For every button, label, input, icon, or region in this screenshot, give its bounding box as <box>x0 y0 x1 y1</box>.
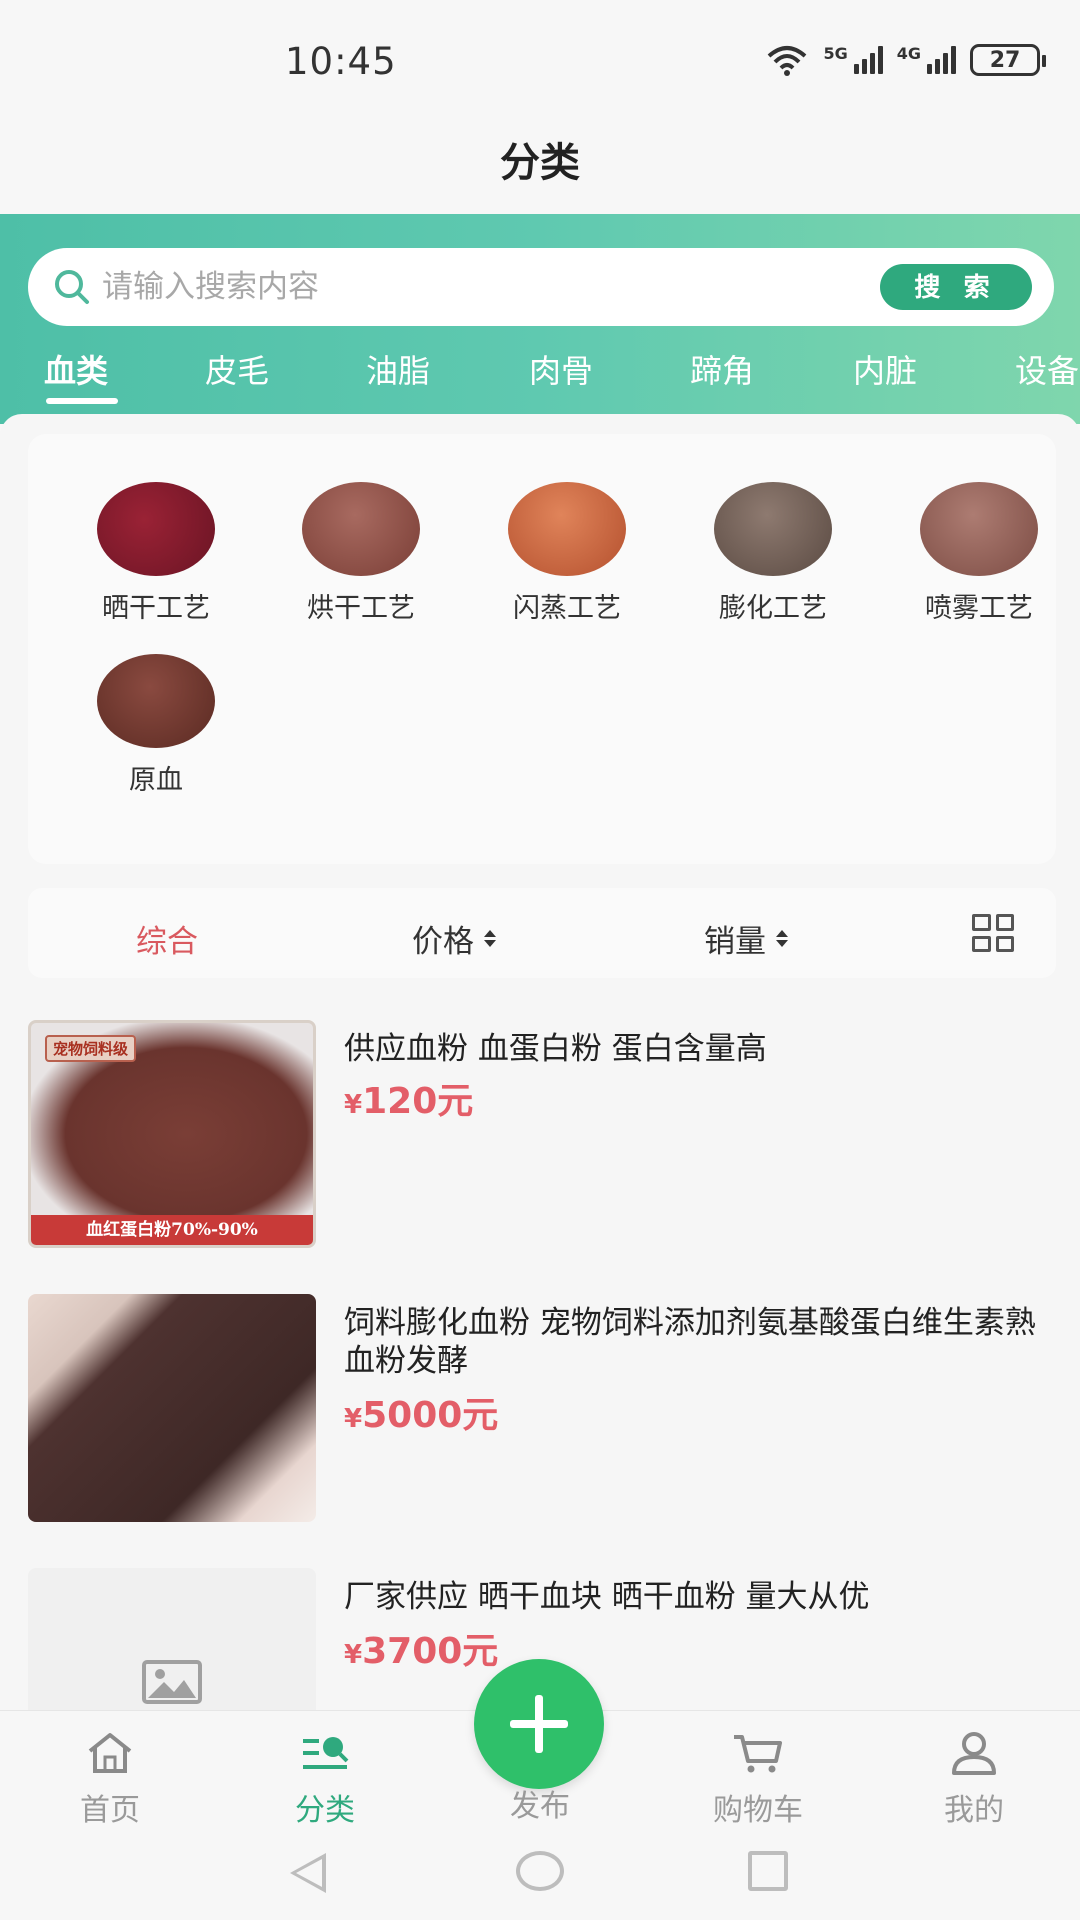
tab-label: 设备 <box>1015 352 1080 390</box>
tab-meat-bone[interactable]: 肉骨 <box>529 346 593 416</box>
sort-arrows-icon <box>484 930 496 947</box>
sort-price[interactable]: 价格 <box>412 916 496 961</box>
recent-apps-icon[interactable] <box>748 1851 788 1891</box>
status-icons: 5G 4G 27 <box>765 43 1046 76</box>
price-amount: 3700元 <box>362 1631 499 1672</box>
active-tab-indicator <box>46 398 118 404</box>
sort-label: 价格 <box>412 924 474 960</box>
product-card[interactable]: 饲料膨化血粉 宠物饲料添加剂氨基酸蛋白维生素熟血粉发酵 ¥5000元 <box>0 1294 1080 1534</box>
system-nav-bar <box>0 1839 1080 1909</box>
nav-cart[interactable]: 购物车 <box>678 1731 838 1829</box>
tab-label: 皮毛 <box>205 352 270 390</box>
subcategory-label: 膨化工艺 <box>719 593 827 624</box>
price-currency: ¥ <box>344 1090 363 1120</box>
category-icon <box>303 1737 349 1769</box>
subcategory-label: 闪蒸工艺 <box>513 593 621 624</box>
product-title: 厂家供应 晒干血块 晒干血粉 量大从优 <box>344 1579 870 1615</box>
subcategory-image <box>97 482 215 576</box>
subcategory-label: 原血 <box>129 765 183 796</box>
tab-label: 血类 <box>44 352 109 390</box>
subcategory-image <box>302 482 420 576</box>
network-label-4g: 4G <box>896 43 921 63</box>
page-title: 分类 <box>500 140 580 186</box>
user-icon <box>952 1732 996 1775</box>
category-tabs: 血类 皮毛 油脂 肉骨 蹄角 内脏 设备 <box>0 346 1080 416</box>
signal-5g-icon <box>853 46 883 74</box>
tab-label: 油脂 <box>366 352 431 390</box>
sort-bar: 综合 价格 销量 <box>28 888 1056 978</box>
product-price: ¥120元 <box>344 1072 473 1124</box>
grid-view-icon[interactable] <box>972 914 1014 952</box>
subcategory-spray[interactable]: 喷雾工艺 <box>889 482 1069 625</box>
search-bar[interactable]: 搜 索 <box>28 248 1054 326</box>
nav-label: 我的 <box>944 1793 1004 1828</box>
price-amount: 120元 <box>362 1081 474 1122</box>
publish-button[interactable] <box>474 1659 604 1789</box>
status-bar: 10:45 5G 4G 27 <box>0 0 1080 120</box>
sort-sales[interactable]: 销量 <box>704 916 788 961</box>
subcategory-puffed[interactable]: 膨化工艺 <box>683 482 863 625</box>
product-title: 饲料膨化血粉 宠物饲料添加剂氨基酸蛋白维生素熟血粉发酵 <box>344 1305 1036 1379</box>
price-currency: ¥ <box>344 1640 363 1670</box>
search-input[interactable] <box>102 269 880 305</box>
product-image <box>28 1294 316 1522</box>
cart-icon <box>734 1735 782 1773</box>
sort-arrows-icon <box>776 930 788 947</box>
tab-fur[interactable]: 皮毛 <box>205 346 269 416</box>
subcategory-panel: 晒干工艺 烘干工艺 闪蒸工艺 膨化工艺 喷雾工艺 原血 <box>28 434 1056 864</box>
image-placeholder-icon <box>142 1660 202 1704</box>
wifi-icon <box>768 46 807 76</box>
subcategory-label: 晒干工艺 <box>102 593 210 624</box>
nav-label: 购物车 <box>713 1793 803 1828</box>
home-icon <box>88 1733 132 1773</box>
sort-comprehensive[interactable]: 综合 <box>136 916 198 961</box>
tab-equipment[interactable]: 设备 <box>1015 346 1079 416</box>
subcategory-image <box>920 482 1038 576</box>
sort-label: 综合 <box>136 924 198 960</box>
subcategory-image <box>714 482 832 576</box>
tab-viscera[interactable]: 内脏 <box>853 346 917 416</box>
nav-mine[interactable]: 我的 <box>894 1731 1054 1829</box>
product-card[interactable]: 宠物饲料级 血红蛋白粉70%-90% 供应血粉 血蛋白粉 蛋白含量高 ¥120元 <box>0 1020 1080 1260</box>
tab-label: 蹄角 <box>690 352 755 390</box>
search-icon <box>55 270 89 304</box>
nav-label: 分类 <box>295 1793 355 1828</box>
publish-label: 发布 <box>510 1789 570 1824</box>
nav-label: 首页 <box>80 1793 140 1828</box>
product-image: 宠物饲料级 血红蛋白粉70%-90% <box>28 1020 316 1248</box>
subcategory-label: 烘干工艺 <box>307 593 415 624</box>
subcategory-flash-steam[interactable]: 闪蒸工艺 <box>477 482 657 625</box>
tab-fat[interactable]: 油脂 <box>366 346 430 416</box>
network-label-5g: 5G <box>823 43 848 63</box>
subcategory-raw-blood[interactable]: 原血 <box>66 654 246 797</box>
tab-label: 内脏 <box>853 352 918 390</box>
subcategory-image <box>97 654 215 748</box>
battery-icon: 27 <box>970 44 1046 76</box>
tab-label: 肉骨 <box>529 352 594 390</box>
search-button[interactable]: 搜 索 <box>880 264 1032 310</box>
price-amount: 5000元 <box>362 1395 499 1436</box>
subcategory-label: 喷雾工艺 <box>925 593 1033 624</box>
tab-blood[interactable]: 血类 <box>44 346 118 416</box>
product-banner: 血红蛋白粉70%-90% <box>31 1215 313 1245</box>
subcategory-image <box>508 482 626 576</box>
sort-label: 销量 <box>704 924 766 960</box>
tab-hoof-horn[interactable]: 蹄角 <box>690 346 754 416</box>
back-icon[interactable] <box>290 1853 326 1893</box>
price-currency: ¥ <box>344 1404 363 1434</box>
subcategory-oven-dried[interactable]: 烘干工艺 <box>271 482 451 625</box>
green-header: 搜 索 血类 皮毛 油脂 肉骨 蹄角 内脏 设备 <box>0 214 1080 424</box>
status-time: 10:45 <box>285 40 397 83</box>
product-price: ¥5000元 <box>344 1386 498 1438</box>
bottom-nav: 首页 分类 发布 购物车 我的 <box>0 1659 1080 1920</box>
battery-level: 27 <box>989 47 1021 73</box>
subcategory-sun-dried[interactable]: 晒干工艺 <box>66 482 246 625</box>
home-circle-icon[interactable] <box>516 1851 564 1891</box>
product-title: 供应血粉 血蛋白粉 蛋白含量高 <box>344 1031 767 1067</box>
nav-category[interactable]: 分类 <box>245 1731 405 1829</box>
signal-4g-icon <box>927 46 956 74</box>
product-price: ¥3700元 <box>344 1622 498 1674</box>
nav-home[interactable]: 首页 <box>30 1731 190 1829</box>
product-badge: 宠物饲料级 <box>45 1035 137 1062</box>
